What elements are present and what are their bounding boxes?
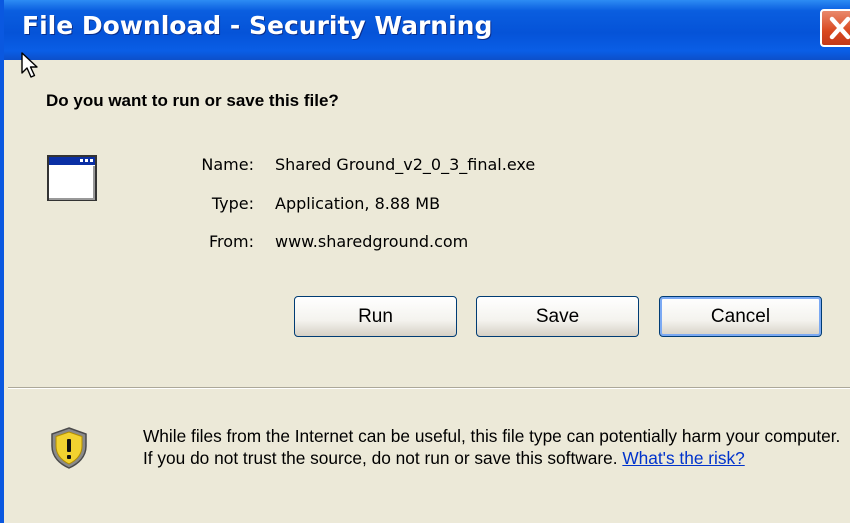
mouse-pointer-icon	[21, 52, 38, 78]
window-title: File Download - Security Warning	[22, 11, 493, 40]
name-label: Name:	[201, 155, 254, 174]
from-label: From:	[208, 232, 254, 251]
security-warning-dialog: File Download - Security Warning Do you …	[0, 0, 850, 523]
type-label: Type:	[211, 194, 254, 213]
run-button[interactable]: Run	[294, 296, 457, 337]
separator	[8, 387, 850, 389]
file-type-value: Application, 8.88 MB	[275, 194, 441, 213]
title-bar[interactable]: File Download - Security Warning	[4, 0, 850, 60]
dialog-question: Do you want to run or save this file?	[46, 91, 339, 110]
application-window-icon	[47, 155, 97, 201]
close-icon	[829, 16, 850, 40]
shield-warning-icon	[51, 427, 87, 469]
warning-message: While files from the Internet can be use…	[143, 425, 843, 469]
cancel-button[interactable]: Cancel	[659, 296, 822, 337]
close-button[interactable]	[820, 9, 850, 47]
save-button[interactable]: Save	[476, 296, 639, 337]
file-name-value: Shared Ground_v2_0_3_final.exe	[275, 155, 536, 174]
file-source-value: www.sharedground.com	[275, 232, 469, 251]
whats-the-risk-link[interactable]: What's the risk?	[622, 448, 744, 468]
